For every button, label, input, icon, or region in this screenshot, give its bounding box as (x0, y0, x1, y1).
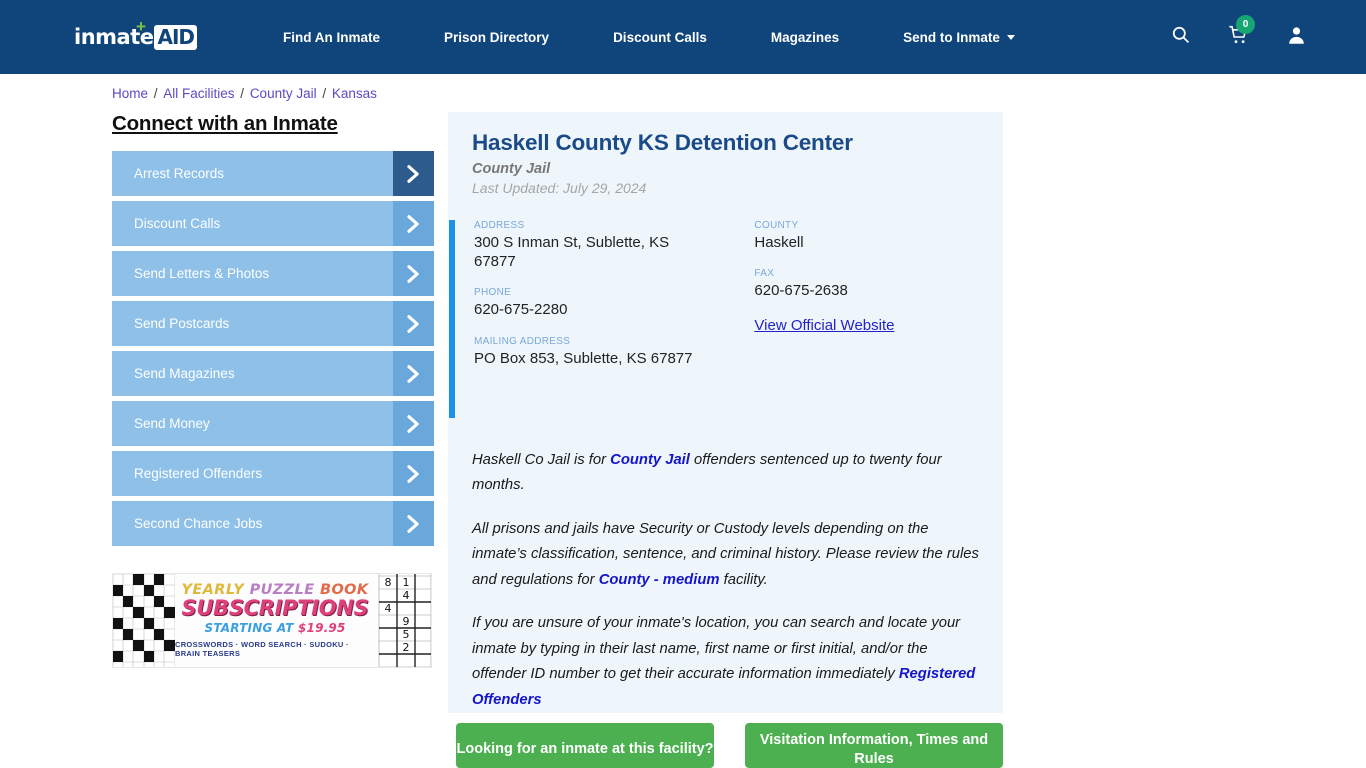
cta-button-row: Looking for an inmate at this facility? … (456, 723, 1003, 768)
field-label: PHONE (474, 287, 512, 299)
sidebar: Connect with an Inmate Arrest Records Di… (112, 112, 434, 551)
field-label: COUNTY (754, 220, 799, 231)
field-phone: PHONE 620-675-2280 (474, 287, 754, 319)
cart-count-badge: 0 (1236, 14, 1255, 34)
county-jail-link[interactable]: County Jail (610, 452, 690, 468)
svg-text:8: 8 (385, 576, 392, 589)
site-logo[interactable]: inmate AID + (74, 18, 198, 52)
svg-text:5: 5 (403, 628, 410, 641)
shopping-cart-icon[interactable]: 0 (1228, 14, 1255, 50)
sidebar-item-second-chance-jobs[interactable]: Second Chance Jobs (112, 501, 434, 546)
ad-price-line: STARTING AT $19.95 (204, 621, 346, 636)
search-icon[interactable] (1171, 25, 1190, 49)
sidebar-item-label: Send Money (134, 416, 210, 431)
field-county: COUNTY Haskell (754, 220, 1003, 252)
facility-type: County Jail (472, 161, 551, 177)
main-navigation: Find An Inmate Prison Directory Discount… (251, 30, 1047, 45)
nav-item-send-to-inmate[interactable]: Send to Inmate (871, 30, 1047, 45)
user-account-icon[interactable] (1287, 25, 1306, 50)
description-paragraph-2: All prisons and jails have Security or C… (472, 520, 979, 588)
sidebar-item-arrest-records[interactable]: Arrest Records (112, 151, 434, 196)
header-icon-group: 0 (1171, 14, 1306, 50)
sidebar-item-send-magazines[interactable]: Send Magazines (112, 351, 434, 396)
field-value: Haskell (754, 234, 804, 251)
field-value: 620-675-2638 (754, 282, 848, 300)
field-label: ADDRESS (474, 220, 525, 231)
nav-item-find-an-inmate[interactable]: Find An Inmate (251, 30, 412, 45)
breadcrumb-separator: / (236, 86, 248, 101)
facility-info-right-column: COUNTY Haskell FAX 620-675-2638 View Off… (754, 220, 1003, 384)
crossword-grid-graphic (113, 574, 175, 667)
chevron-right-icon (393, 301, 434, 346)
chevron-right-icon (393, 351, 434, 396)
chevron-right-icon (393, 151, 434, 196)
field-address: ADDRESS 300 S Inman St, Sublette, KS 678… (474, 220, 754, 271)
logo-aid-badge: AID (154, 24, 198, 50)
facility-title: Haskell County KS Detention Center (472, 130, 853, 155)
chevron-right-icon (393, 201, 434, 246)
official-website-link[interactable]: View Official Website (754, 317, 894, 334)
svg-text:9: 9 (403, 615, 410, 628)
sidebar-item-label: Arrest Records (134, 166, 225, 181)
breadcrumb-item-county-jail[interactable]: County Jail (250, 86, 317, 101)
sidebar-item-registered-offenders[interactable]: Registered Offenders (112, 451, 434, 496)
field-value: 620-675-2280 (474, 301, 568, 319)
sidebar-item-label: Registered Offenders (134, 466, 263, 481)
svg-text:2: 2 (403, 641, 410, 654)
description-paragraph-1: Haskell Co Jail is for County Jail offen… (472, 452, 942, 494)
chevron-right-icon (393, 251, 434, 296)
chevron-right-icon (393, 401, 434, 446)
facility-info-block: ADDRESS 300 S Inman St, Sublette, KS 678… (448, 220, 1003, 418)
facility-info-left-column: ADDRESS 300 S Inman St, Sublette, KS 678… (474, 220, 754, 384)
sidebar-item-send-postcards[interactable]: Send Postcards (112, 301, 434, 346)
field-fax: FAX 620-675-2638 (754, 268, 1003, 300)
sidebar-item-label: Send Letters & Photos (134, 266, 270, 281)
svg-text:4: 4 (385, 602, 392, 615)
svg-text:4: 4 (403, 589, 410, 602)
breadcrumb-separator: / (318, 86, 330, 101)
sudoku-grid-graphic: 8 1 4 4 9 5 2 (375, 574, 431, 667)
breadcrumb-item-kansas[interactable]: Kansas (332, 86, 377, 101)
breadcrumb-item-home[interactable]: Home (112, 86, 148, 101)
sidebar-item-label: Send Magazines (134, 366, 235, 381)
field-official-website: View Official Website (754, 316, 1003, 335)
ad-headline-line2: SUBSCRIPTIONS (181, 596, 369, 621)
sidebar-item-send-letters-photos[interactable]: Send Letters & Photos (112, 251, 434, 296)
facility-last-updated: Last Updated: July 29, 2024 (472, 180, 647, 196)
chevron-right-icon (393, 501, 434, 546)
county-medium-link[interactable]: County - medium (599, 572, 720, 588)
breadcrumb-separator: / (150, 86, 162, 101)
visitation-info-button[interactable]: Visitation Information, Times and Rules (745, 723, 1003, 768)
puzzle-book-ad-banner[interactable]: YEARLY PUZZLE BOOK SUBSCRIPTIONS STARTIN… (112, 573, 432, 668)
logo-plus-icon: + (136, 17, 146, 36)
nav-item-magazines[interactable]: Magazines (739, 30, 871, 45)
sidebar-item-send-money[interactable]: Send Money (112, 401, 434, 446)
field-value: 300 S Inman St, Sublette, KS 67877 (474, 234, 670, 271)
svg-text:1: 1 (403, 576, 410, 589)
nav-item-discount-calls[interactable]: Discount Calls (581, 30, 739, 45)
field-label: FAX (754, 268, 775, 280)
field-label: MAILING ADDRESS (474, 335, 571, 347)
sidebar-item-discount-calls[interactable]: Discount Calls (112, 201, 434, 246)
facility-detail-panel: Haskell County KS Detention Center Count… (448, 112, 1003, 713)
field-value: PO Box 853, Sublette, KS 67877 (474, 349, 693, 367)
sidebar-item-label: Send Postcards (134, 316, 230, 331)
sidebar-item-label: Second Chance Jobs (134, 516, 263, 531)
chevron-right-icon (393, 451, 434, 496)
description-paragraph-3: If you are unsure of your inmate's locat… (472, 615, 976, 708)
sidebar-item-label: Discount Calls (134, 216, 221, 231)
site-header: inmate AID + Find An Inmate Prison Direct… (0, 0, 1366, 74)
breadcrumb: Home / All Facilities / County Jail / Ka… (112, 86, 377, 101)
inmate-search-button[interactable]: Looking for an inmate at this facility? (456, 723, 714, 768)
sidebar-title: Connect with an Inmate (112, 112, 338, 135)
breadcrumb-item-all-facilities[interactable]: All Facilities (163, 86, 234, 101)
ad-categories-line: CROSSWORDS · WORD SEARCH · SUDOKU · BRAI… (175, 640, 349, 659)
ad-text-block: YEARLY PUZZLE BOOK SUBSCRIPTIONS STARTIN… (175, 574, 375, 667)
facility-description: Haskell Co Jail is for County Jail offen… (472, 448, 982, 731)
nav-item-prison-directory[interactable]: Prison Directory (412, 30, 581, 45)
field-mailing-address: MAILING ADDRESS PO Box 853, Sublette, KS… (474, 336, 754, 368)
